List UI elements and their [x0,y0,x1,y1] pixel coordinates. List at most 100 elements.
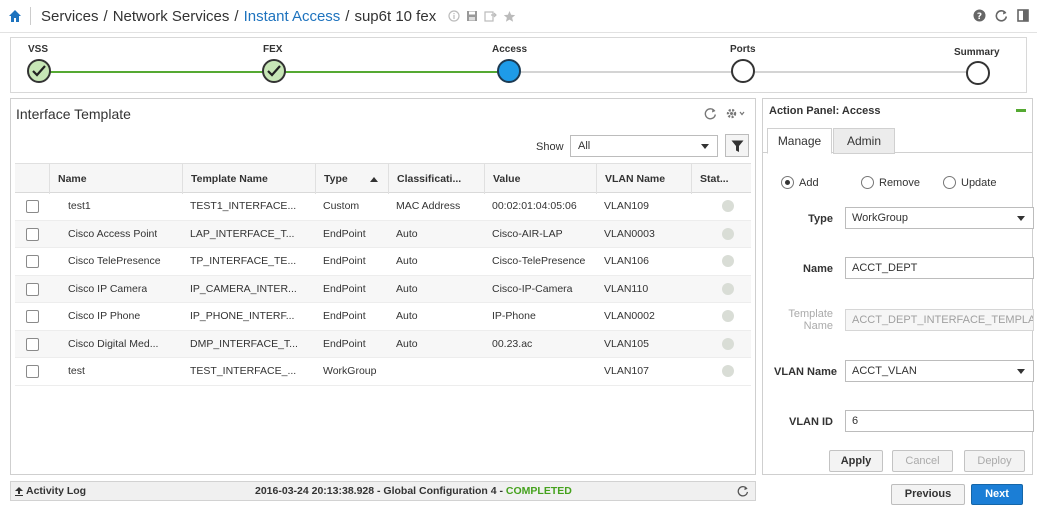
refresh-icon[interactable] [704,107,717,123]
vlan-name-label: VLAN Name [774,366,837,378]
column-header-name[interactable]: Name [49,164,182,194]
name-input[interactable]: ACCT_DEPT [845,257,1034,279]
status-indicator [722,337,734,350]
action-tabs: Manage Admin [763,125,1032,154]
breadcrumb-instant-access[interactable]: Instant Access [244,8,341,25]
cell-vlan-name: VLAN0002 [604,310,655,322]
cell-type: WorkGroup [323,365,377,377]
expand-up-icon [15,486,23,496]
step-summary[interactable] [966,61,990,85]
row-checkbox[interactable] [26,227,39,241]
tab-admin[interactable]: Admin [833,128,895,154]
cell-classification: Auto [396,282,418,295]
cell-template-name: IP_CAMERA_INTER... [190,282,297,295]
home-icon[interactable] [8,9,22,23]
column-header-vlan-name[interactable]: VLAN Name [596,164,691,194]
save-icon[interactable] [466,10,478,22]
gear-icon[interactable] [725,107,745,123]
table-row[interactable]: Cisco Digital Med... DMP_INTERFACE_T... … [15,330,751,358]
radio-button [943,176,956,189]
cell-type: EndPoint [323,227,366,240]
show-select[interactable]: All [570,135,718,157]
header-select [15,164,49,194]
step-label-ports: Ports [730,44,756,55]
activity-log-toggle[interactable]: Activity Log [15,485,86,497]
radio-remove[interactable]: Remove [861,176,920,189]
panel-icon[interactable] [1017,9,1029,25]
cell-template-name: LAP_INTERFACE_T... [190,227,295,240]
column-header-classification[interactable]: Classificati... [388,164,484,194]
cell-template-name: TEST1_INTERFACE... [190,200,297,212]
template-name-label: Template Name [768,308,833,332]
cell-type: EndPoint [323,255,366,267]
cell-vlan-name: VLAN107 [604,365,649,377]
type-select[interactable]: WorkGroup [845,207,1034,229]
column-header-template-name[interactable]: Template Name [182,164,315,194]
cell-name: Cisco Digital Med... [68,337,159,350]
radio-add[interactable]: Add [781,176,819,189]
status-message-text: 2016-03-24 20:13:38.928 - Global Configu… [255,485,506,497]
type-label: Type [808,213,833,225]
tab-manage[interactable]: Manage [767,128,832,154]
template-name-label-line2: Name [803,320,833,332]
step-vss[interactable] [27,59,51,83]
radio-update[interactable]: Update [943,176,996,189]
cell-vlan-name: VLAN0003 [604,227,655,240]
column-header-status[interactable]: Stat... [691,164,751,194]
table-row[interactable]: Cisco IP Phone IP_PHONE_INTERF... EndPoi… [15,303,751,331]
step-fex[interactable] [262,59,286,83]
breadcrumb-network-services[interactable]: Network Services [113,8,230,25]
table-row[interactable]: test TEST_INTERFACE_... WorkGroup VLAN10… [15,358,751,386]
table-header: Name Template Name Type Classificati... … [15,163,751,194]
cell-template-name: TP_INTERFACE_TE... [190,255,297,267]
row-checkbox[interactable] [26,282,39,296]
action-panel: Action Panel: Access Manage Admin Add Re… [762,98,1034,475]
star-icon[interactable] [503,10,516,23]
row-checkbox[interactable] [26,255,39,268]
cell-value: Cisco-IP-Camera [492,282,573,295]
vlan-id-input[interactable]: 6 [845,410,1034,432]
table-row[interactable]: Cisco TelePresence TP_INTERFACE_TE... En… [15,248,751,276]
column-header-value[interactable]: Value [484,164,596,194]
template-name-label-line1: Template [788,308,833,320]
breadcrumb-services[interactable]: Services [41,8,99,25]
radio-button [781,176,794,189]
help-icon[interactable]: ? [973,9,986,25]
row-checkbox[interactable] [26,337,39,351]
table-row[interactable]: Cisco IP Camera IP_CAMERA_INTER... EndPo… [15,275,751,303]
refresh-icon[interactable] [995,9,1008,25]
step-label-access: Access [492,44,528,55]
cancel-button[interactable]: Cancel [892,450,953,472]
cell-vlan-name: VLAN105 [604,337,649,350]
table-row[interactable]: Cisco Access Point LAP_INTERFACE_T... En… [15,220,751,248]
cell-vlan-name: VLAN110 [604,282,649,295]
info-icon[interactable] [448,10,460,22]
cell-name: Cisco TelePresence [68,255,161,267]
filter-button[interactable] [725,134,749,157]
table-row[interactable]: test1 TEST1_INTERFACE... Custom MAC Addr… [15,193,751,221]
breadcrumb-separator: / [234,7,239,25]
chevron-down-icon [1017,369,1025,374]
vlan-name-select[interactable]: ACCT_VLAN [845,360,1034,382]
next-button[interactable]: Next [971,484,1023,505]
cell-type: Custom [323,200,360,212]
cell-classification: Auto [396,337,418,350]
interface-template-panel: Interface Template Show All Name Templat… [10,98,756,475]
check-icon [267,65,281,77]
deploy-button[interactable]: Deploy [964,450,1025,472]
cell-value: Cisco-TelePresence [492,255,586,267]
export-icon[interactable] [484,10,498,22]
row-checkbox[interactable] [26,200,39,213]
minimize-icon[interactable] [1016,109,1026,112]
step-ports[interactable] [731,59,755,83]
breadcrumb-separator: / [103,7,108,25]
previous-button[interactable]: Previous [891,484,965,505]
row-checkbox[interactable] [26,310,39,323]
row-checkbox[interactable] [26,365,39,378]
refresh-icon[interactable] [737,485,749,500]
apply-button[interactable]: Apply [829,450,883,472]
column-header-type[interactable]: Type [315,164,388,194]
cell-value: Cisco-AIR-LAP [492,227,563,240]
cell-classification: MAC Address [396,200,461,212]
step-access[interactable] [497,59,521,83]
